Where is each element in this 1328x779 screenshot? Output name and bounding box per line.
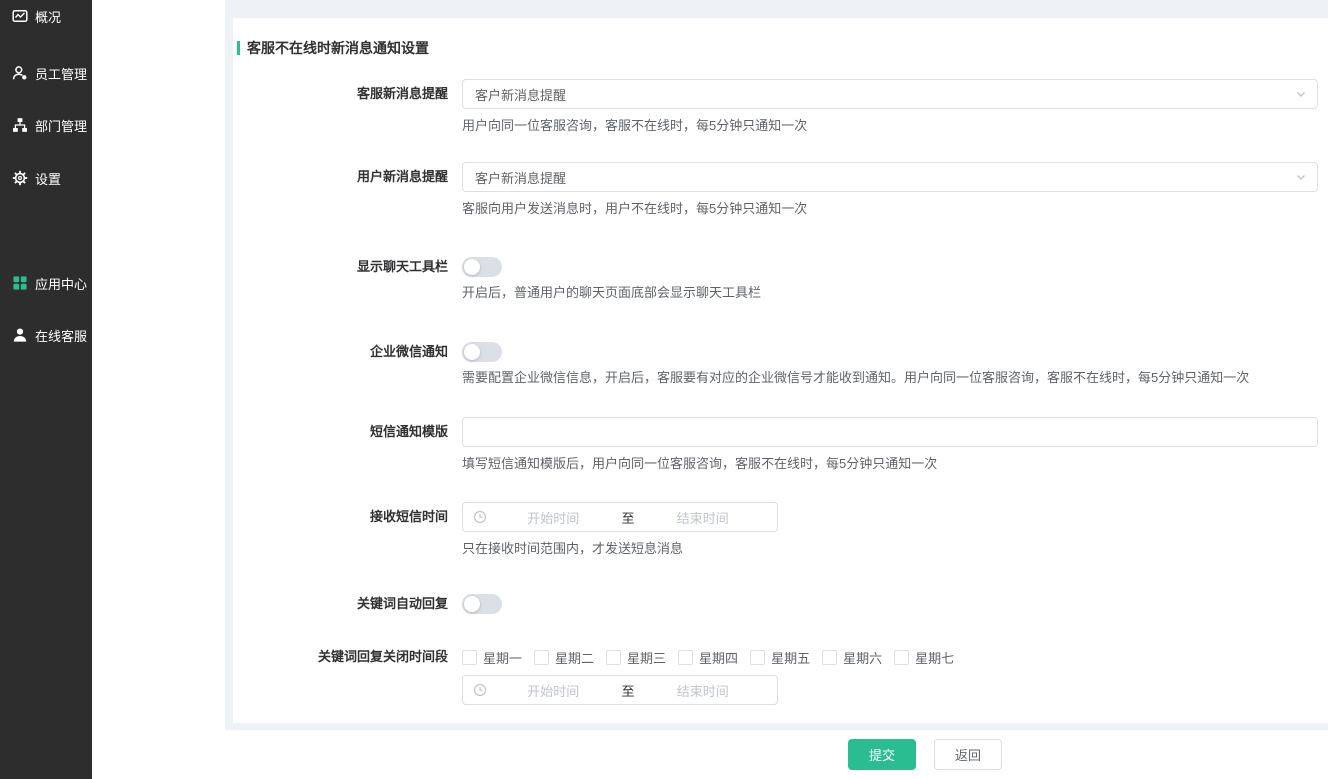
employees-icon (12, 65, 28, 81)
field-help: 填写短信通知模版后，用户向同一位客服咨询，客服不在线时，每5分钟只通知一次 (462, 455, 1328, 473)
settings-form: 客服新消息提醒 客户新消息提醒 用户向同一位客服咨询，客服不在线时，每5分钟只通… (233, 79, 1328, 705)
sidebar-item-label: 设置 (35, 169, 61, 188)
sidebar-item-label: 员工管理 (35, 64, 87, 83)
form-row-keyword-autoreply: 关键词自动回复 (233, 594, 1328, 614)
user-new-message-select[interactable]: 客户新消息提醒 (462, 162, 1318, 192)
field-help: 只在接收时间范围内，才发送短息消息 (462, 540, 1328, 558)
checkbox-label: 星期二 (555, 648, 594, 667)
checkbox-label: 星期六 (843, 648, 882, 667)
chevron-down-icon (1295, 171, 1307, 183)
checkbox-label: 星期五 (771, 648, 810, 667)
checkbox-box[interactable] (606, 650, 621, 665)
checkbox-wednesday[interactable]: 星期三 (606, 648, 666, 667)
clock-icon (473, 683, 487, 697)
overview-icon (12, 8, 28, 24)
form-row-user-new-message: 用户新消息提醒 客户新消息提醒 客服向用户发送消息时，用户不在线时，每5分钟只通… (233, 162, 1328, 218)
section-title-text: 客服不在线时新消息通知设置 (247, 38, 429, 58)
sms-template-input[interactable] (462, 417, 1318, 447)
sidebar-item-app-center[interactable]: 应用中心 (12, 272, 87, 294)
checkbox-saturday[interactable]: 星期六 (822, 648, 882, 667)
field-label: 显示聊天工具栏 (233, 257, 462, 277)
departments-icon (12, 117, 28, 133)
checkbox-box[interactable] (894, 650, 909, 665)
checkbox-tuesday[interactable]: 星期二 (534, 648, 594, 667)
form-row-sms-time: 接收短信时间 开始时间 至 结束时间 只在接收时间范围内，才发送短息消息 (233, 502, 1328, 558)
field-help: 客服向用户发送消息时，用户不在线时，每5分钟只通知一次 (462, 200, 1328, 218)
keyword-autoreply-toggle[interactable] (462, 594, 502, 614)
weekday-checkbox-group: 星期一 星期二 星期三 星期四 (462, 648, 1328, 666)
checkbox-monday[interactable]: 星期一 (462, 648, 522, 667)
select-value: 客户新消息提醒 (475, 85, 566, 104)
submit-button[interactable]: 提交 (848, 739, 916, 770)
checkbox-box[interactable] (462, 650, 477, 665)
field-label: 客服新消息提醒 (233, 79, 462, 109)
back-button[interactable]: 返回 (934, 739, 1002, 770)
form-row-wecom-notify: 企业微信通知 需要配置企业微信信息，开启后，客服要有对应的企业微信号才能收到通知… (233, 342, 1328, 387)
clock-icon (473, 510, 487, 524)
field-help: 用户向同一位客服咨询，客服不在线时，每5分钟只通知一次 (462, 117, 1328, 135)
secondary-panel (92, 0, 225, 779)
chat-toolbar-toggle[interactable] (462, 257, 502, 277)
agent-new-message-select[interactable]: 客户新消息提醒 (462, 79, 1318, 109)
checkbox-label: 星期七 (915, 648, 954, 667)
checkbox-label: 星期四 (699, 648, 738, 667)
end-time-placeholder: 结束时间 (639, 681, 768, 700)
settings-gear-icon (12, 170, 28, 186)
sidebar-item-online-service[interactable]: 在线客服 (12, 324, 87, 346)
end-time-placeholder: 结束时间 (639, 508, 768, 527)
form-row-chat-toolbar: 显示聊天工具栏 开启后，普通用户的聊天页面底部会显示聊天工具栏 (233, 257, 1328, 302)
select-value: 客户新消息提醒 (475, 168, 566, 187)
form-row-agent-new-message: 客服新消息提醒 客户新消息提醒 用户向同一位客服咨询，客服不在线时，每5分钟只通… (233, 79, 1328, 135)
checkbox-sunday[interactable]: 星期七 (894, 648, 954, 667)
field-label: 接收短信时间 (233, 502, 462, 532)
checkbox-box[interactable] (678, 650, 693, 665)
app-center-icon (12, 275, 28, 291)
form-row-sms-template: 短信通知模版 填写短信通知模版后，用户向同一位客服咨询，客服不在线时，每5分钟只… (233, 417, 1328, 473)
start-time-placeholder: 开始时间 (489, 681, 618, 700)
sidebar-item-employees[interactable]: 员工管理 (12, 62, 87, 84)
start-time-placeholder: 开始时间 (489, 508, 618, 527)
checkbox-label: 星期一 (483, 648, 522, 667)
sidebar-item-overview[interactable]: 概况 (12, 5, 61, 27)
checkbox-box[interactable] (534, 650, 549, 665)
sidebar-item-label: 概况 (35, 7, 61, 26)
field-label: 用户新消息提醒 (233, 162, 462, 192)
footer-action-bar: 提交 返回 (225, 730, 1328, 779)
sms-time-range-picker[interactable]: 开始时间 至 结束时间 (462, 502, 778, 532)
section-title: 客服不在线时新消息通知设置 (237, 38, 1328, 58)
range-separator: 至 (620, 508, 637, 527)
sidebar-item-label: 部门管理 (35, 116, 87, 135)
sidebar-item-label: 应用中心 (35, 274, 87, 293)
range-separator: 至 (620, 681, 637, 700)
title-accent-bar (237, 41, 240, 55)
sidebar-item-departments[interactable]: 部门管理 (12, 114, 87, 136)
sidebar-item-settings[interactable]: 设置 (12, 167, 61, 189)
chevron-down-icon (1295, 88, 1307, 100)
keyword-off-time-range-picker[interactable]: 开始时间 至 结束时间 (462, 675, 778, 705)
field-help: 需要配置企业微信信息，开启后，客服要有对应的企业微信号才能收到通知。用户向同一位… (462, 369, 1328, 387)
field-label: 关键词回复关闭时间段 (233, 648, 462, 666)
checkbox-box[interactable] (750, 650, 765, 665)
wecom-notify-toggle[interactable] (462, 342, 502, 362)
form-row-keyword-off-period: 关键词回复关闭时间段 星期一 星期二 星期三 (233, 648, 1328, 705)
online-service-icon (12, 327, 28, 343)
field-label: 短信通知模版 (233, 417, 462, 447)
checkbox-box[interactable] (822, 650, 837, 665)
sidebar-item-label: 在线客服 (35, 326, 87, 345)
sidebar: 概况 员工管理 部门管理 设置 应用中心 在线客服 (0, 0, 92, 779)
settings-card: 客服不在线时新消息通知设置 客服新消息提醒 客户新消息提醒 用户向同一位客服咨询… (233, 18, 1328, 723)
checkbox-label: 星期三 (627, 648, 666, 667)
field-label: 企业微信通知 (233, 342, 462, 362)
main-page: 客服不在线时新消息通知设置 客服新消息提醒 客户新消息提醒 用户向同一位客服咨询… (225, 0, 1328, 779)
checkbox-friday[interactable]: 星期五 (750, 648, 810, 667)
checkbox-thursday[interactable]: 星期四 (678, 648, 738, 667)
field-label: 关键词自动回复 (233, 594, 462, 614)
field-help: 开启后，普通用户的聊天页面底部会显示聊天工具栏 (462, 284, 1328, 302)
